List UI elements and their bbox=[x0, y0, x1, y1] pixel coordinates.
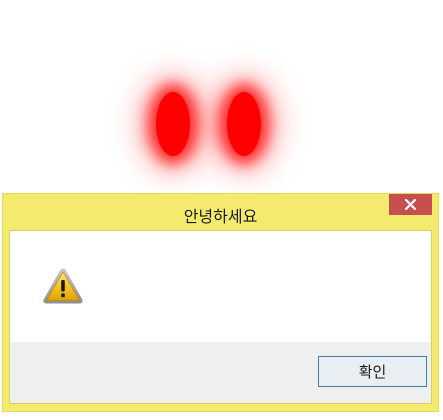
warning-icon bbox=[43, 268, 83, 304]
message-dialog: 안녕하세요 확인 bbox=[2, 193, 439, 412]
red-eye-right bbox=[227, 92, 261, 156]
screen: 안녕하세요 확인 bbox=[0, 0, 443, 420]
dialog-title: 안녕하세요 bbox=[183, 207, 258, 226]
dialog-client-area: 확인 bbox=[9, 230, 432, 404]
ok-button[interactable]: 확인 bbox=[318, 356, 427, 387]
close-icon bbox=[405, 199, 416, 210]
dialog-button-bar: 확인 bbox=[10, 342, 431, 403]
dialog-titlebar[interactable]: 안녕하세요 bbox=[3, 194, 438, 230]
close-button[interactable] bbox=[389, 194, 432, 215]
dialog-content bbox=[10, 231, 431, 342]
red-eye-left bbox=[156, 92, 190, 156]
